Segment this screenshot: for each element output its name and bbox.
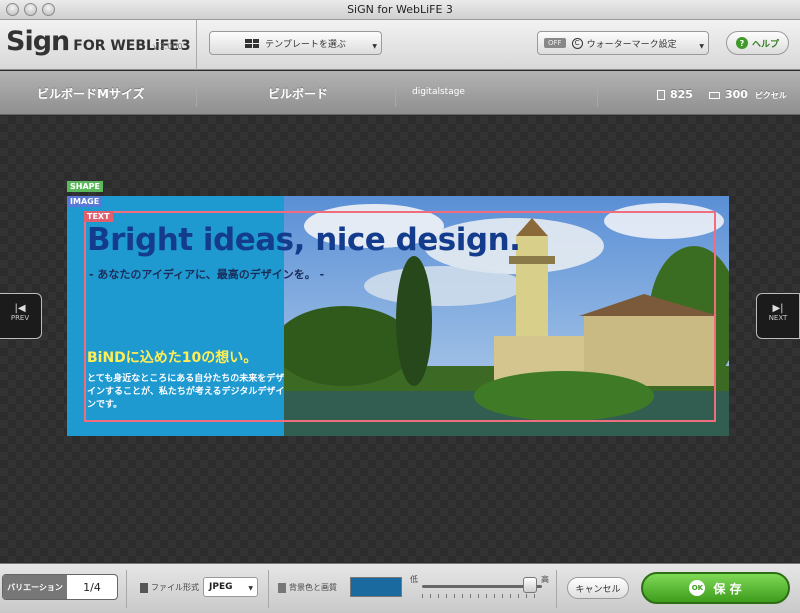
shape-layer-tag[interactable]: SHAPE bbox=[67, 181, 103, 192]
banner-feature-title: BiNDに込めた10の想い。 bbox=[87, 350, 258, 366]
info-divider bbox=[196, 79, 197, 107]
template-grid-icon bbox=[245, 38, 260, 48]
text-layer-tag[interactable]: TEXT bbox=[84, 211, 113, 222]
window-titlebar: SiGN for WebLiFE 3 bbox=[0, 0, 800, 20]
width-value: 300 bbox=[725, 88, 748, 101]
template-info-bar: ビルボードMサイズ ビルボード digitalstage 825 300 ピクセ… bbox=[0, 71, 800, 115]
variation-label: バリエーション bbox=[3, 575, 67, 599]
size-name: ビルボードMサイズ bbox=[37, 87, 145, 101]
window-title: SiGN for WebLiFE 3 bbox=[347, 3, 453, 16]
bg-quality-text: 背景色と画質 bbox=[289, 583, 337, 592]
variation-count: 1/4 bbox=[83, 580, 101, 594]
prev-label: PREV bbox=[10, 314, 30, 322]
background-icon bbox=[278, 582, 286, 593]
banner-subline: - あなたのアイディアに、最高のデザインを。 - bbox=[89, 268, 325, 281]
cancel-button[interactable]: キャンセル bbox=[567, 577, 629, 599]
prev-button[interactable]: |◀ PREV bbox=[0, 293, 42, 339]
toolbar-divider bbox=[196, 20, 197, 70]
next-arrow-icon: ▶| bbox=[772, 303, 784, 314]
ok-icon: OK bbox=[689, 580, 706, 596]
bottom-divider bbox=[126, 570, 127, 608]
width-readout: 300 ピクセル bbox=[709, 88, 787, 101]
quality-high-label: 高 bbox=[541, 575, 549, 584]
chevron-down-icon: ▼ bbox=[372, 43, 377, 50]
help-button[interactable]: ? ヘルプ bbox=[726, 31, 789, 55]
bottom-divider bbox=[556, 570, 557, 608]
next-label: NEXT bbox=[768, 314, 788, 322]
author-name: digitalstage bbox=[412, 87, 465, 97]
choose-template-label: テンプレートを選ぶ bbox=[265, 39, 346, 50]
info-divider bbox=[597, 79, 598, 107]
watermark-toggle[interactable]: OFF bbox=[544, 38, 566, 48]
height-icon bbox=[657, 90, 665, 100]
prev-arrow-icon: |◀ bbox=[14, 303, 26, 314]
height-value: 825 bbox=[670, 88, 693, 101]
chevron-down-icon: ▼ bbox=[699, 43, 704, 50]
variation-switcher[interactable]: バリエーション 1/4 bbox=[2, 574, 118, 600]
save-button[interactable]: OK 保 存 bbox=[641, 572, 790, 604]
banner-feature-body: とても身近なところにある自分たちの未来をデザインすることが、私たちが考えるデジタ… bbox=[87, 374, 285, 410]
watermark-settings-button[interactable]: OFF C ウォーターマーク設定 ▼ bbox=[537, 31, 709, 55]
height-readout: 825 bbox=[657, 88, 693, 101]
bottom-divider bbox=[268, 570, 269, 608]
logo-sign-text: Sign bbox=[6, 26, 70, 57]
quality-low-label: 低 bbox=[410, 575, 418, 584]
category-name: ビルボード bbox=[268, 87, 329, 101]
copyright-icon: C bbox=[571, 37, 583, 49]
file-format-text: ファイル形式 bbox=[151, 583, 199, 592]
file-format-select[interactable]: JPEG ▼ bbox=[203, 577, 258, 597]
info-divider bbox=[395, 79, 396, 107]
quality-slider-handle[interactable] bbox=[523, 577, 537, 593]
app-version: v.3.000 bbox=[153, 42, 183, 51]
bg-quality-label: 背景色と画質 bbox=[278, 582, 337, 593]
chevron-down-icon: ▼ bbox=[248, 585, 253, 592]
quality-slider-ticks bbox=[422, 594, 542, 598]
file-icon bbox=[140, 582, 148, 593]
image-layer-tag[interactable]: IMAGE bbox=[67, 196, 103, 207]
bottom-bar: バリエーション 1/4 ファイル形式 JPEG ▼ 背景色と画質 低 高 キャン… bbox=[0, 563, 800, 613]
next-button[interactable]: ▶| NEXT bbox=[756, 293, 800, 339]
choose-template-button[interactable]: テンプレートを選ぶ ▼ bbox=[209, 31, 382, 55]
banner-headline: Bright ideas, nice design. bbox=[87, 222, 521, 258]
help-label: ヘルプ bbox=[751, 39, 779, 50]
question-icon: ? bbox=[735, 37, 748, 49]
file-format-label: ファイル形式 bbox=[140, 582, 199, 593]
watermark-label: ウォーターマーク設定 bbox=[586, 39, 677, 50]
file-format-value: JPEG bbox=[209, 582, 233, 592]
background-color-swatch[interactable] bbox=[350, 577, 402, 597]
save-label: 保 存 bbox=[713, 581, 742, 596]
pixel-unit: ピクセル bbox=[754, 91, 787, 100]
width-icon bbox=[709, 91, 720, 99]
